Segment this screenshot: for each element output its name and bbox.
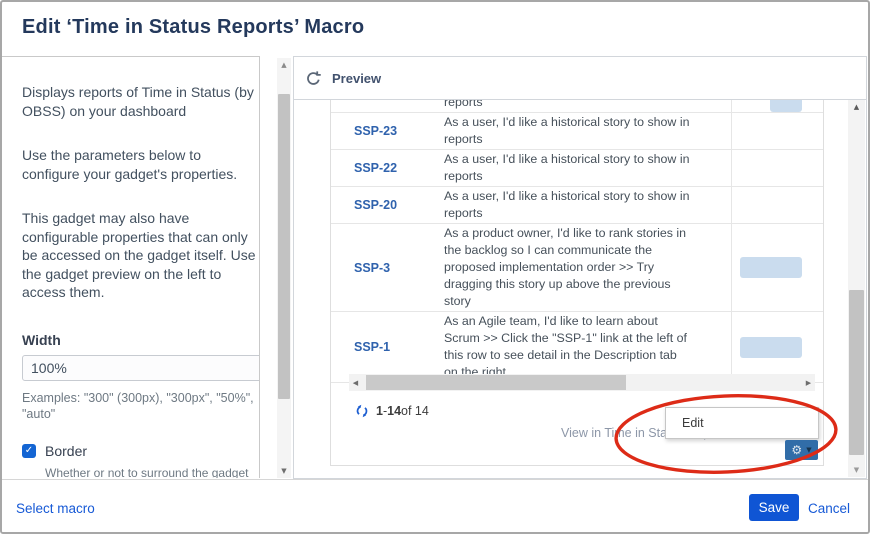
pagination: 1 - 14 of 14 — [355, 404, 429, 418]
preview-scrollbar-track[interactable] — [848, 114, 865, 463]
dialog-footer: Select macro Save Cancel — [2, 479, 868, 533]
table-row: SSP-20 As a user, I'd like a historical … — [331, 187, 823, 224]
scroll-down-icon[interactable]: ▼ — [848, 463, 865, 477]
issue-description: As a user, I'd like a historical story t… — [444, 100, 726, 112]
table-horizontal-scrollbar[interactable]: ◀ ▶ — [349, 374, 815, 391]
macro-edit-dialog: Edit ‘Time in Status Reports’ Macro Disp… — [0, 0, 870, 534]
border-checkbox[interactable]: ✓ — [22, 444, 36, 458]
preview-scrollbar-thumb[interactable] — [849, 290, 864, 455]
width-field-label: Width — [22, 332, 255, 348]
macro-instructions-text: Use the parameters below to configure yo… — [22, 146, 260, 183]
pagination-range-start: 1 — [376, 404, 383, 418]
macro-description-text: Displays reports of Time in Status (by O… — [22, 83, 260, 120]
menu-item-edit[interactable]: Edit — [666, 408, 818, 438]
sidebar-scrollbar[interactable]: ▲ ▼ — [277, 58, 291, 478]
sidebar-scrollbar-track[interactable] — [277, 72, 291, 464]
scroll-up-icon[interactable]: ▲ — [277, 58, 291, 72]
issue-description: As a user, I'd like a historical story t… — [444, 150, 726, 186]
border-checkbox-label: Border — [45, 443, 87, 459]
sidebar-scrollbar-thumb[interactable] — [278, 94, 290, 399]
preview-title: Preview — [332, 71, 381, 86]
issue-key-link[interactable]: SSP-23 — [354, 124, 397, 138]
preview-scrollbar[interactable]: ▲ ▼ — [848, 100, 865, 477]
table-row: As a user, I'd like a historical story t… — [331, 100, 823, 113]
issue-description: As an Agile team, I'd like to learn abou… — [444, 312, 726, 382]
refresh-icon[interactable] — [305, 70, 322, 87]
table-row: SSP-22 As a user, I'd like a historical … — [331, 150, 823, 187]
pagination-total: of 14 — [401, 404, 429, 418]
chevron-down-icon: ▼ — [806, 446, 811, 454]
save-button[interactable]: Save — [749, 494, 799, 521]
gear-icon: ⚙ — [791, 444, 802, 456]
border-field-help: Whether or not to surround the gadget wi… — [45, 466, 255, 479]
status-badge — [770, 100, 802, 112]
status-badge — [740, 257, 802, 278]
gadget-menu: Edit — [665, 407, 819, 439]
select-macro-link[interactable]: Select macro — [16, 501, 95, 516]
macro-settings-panel: Displays reports of Time in Status (by O… — [2, 56, 260, 478]
gadget-frame: As a user, I'd like a historical story t… — [330, 100, 824, 466]
scroll-up-icon[interactable]: ▲ — [848, 100, 865, 114]
table-row: SSP-1 As an Agile team, I'd like to lear… — [331, 312, 823, 383]
dialog-title: Edit ‘Time in Status Reports’ Macro — [22, 16, 364, 39]
scroll-down-icon[interactable]: ▼ — [277, 464, 291, 478]
issue-key-link[interactable]: SSP-1 — [354, 340, 390, 354]
scroll-right-icon[interactable]: ▶ — [802, 374, 815, 391]
width-field-help: Examples: "300" (300px), "300px", "50%",… — [22, 390, 255, 422]
issue-description: As a user, I'd like a historical story t… — [444, 113, 726, 149]
issue-description: As a user, I'd like a historical story t… — [444, 187, 726, 223]
table-row: SSP-3 As a product owner, I'd like to ra… — [331, 224, 823, 312]
horizontal-scrollbar-thumb[interactable] — [366, 375, 626, 390]
horizontal-scrollbar-track[interactable] — [362, 374, 802, 391]
scroll-left-icon[interactable]: ◀ — [349, 374, 362, 391]
issue-description: As a product owner, I'd like to rank sto… — [444, 224, 726, 311]
checkmark-icon: ✓ — [25, 446, 33, 456]
issues-table: As a user, I'd like a historical story t… — [331, 100, 823, 383]
width-input[interactable] — [22, 355, 260, 381]
macro-note-text: This gadget may also have configurable p… — [22, 209, 260, 302]
issue-key-link[interactable]: SSP-22 — [354, 161, 397, 175]
refresh-results-icon[interactable] — [355, 404, 369, 418]
pagination-range-end: 14 — [387, 404, 401, 418]
issue-key-link[interactable]: SSP-3 — [354, 261, 390, 275]
issue-key-link[interactable]: SSP-20 — [354, 198, 397, 212]
cancel-link[interactable]: Cancel — [808, 501, 850, 516]
preview-header: Preview — [294, 57, 866, 100]
table-row: SSP-23 As a user, I'd like a historical … — [331, 113, 823, 150]
preview-panel: Preview As a user, I'd like a historical… — [293, 56, 867, 479]
gadget-config-button[interactable]: ⚙ ▼ — [785, 440, 818, 460]
preview-body: As a user, I'd like a historical story t… — [294, 100, 866, 478]
status-badge — [740, 337, 802, 358]
